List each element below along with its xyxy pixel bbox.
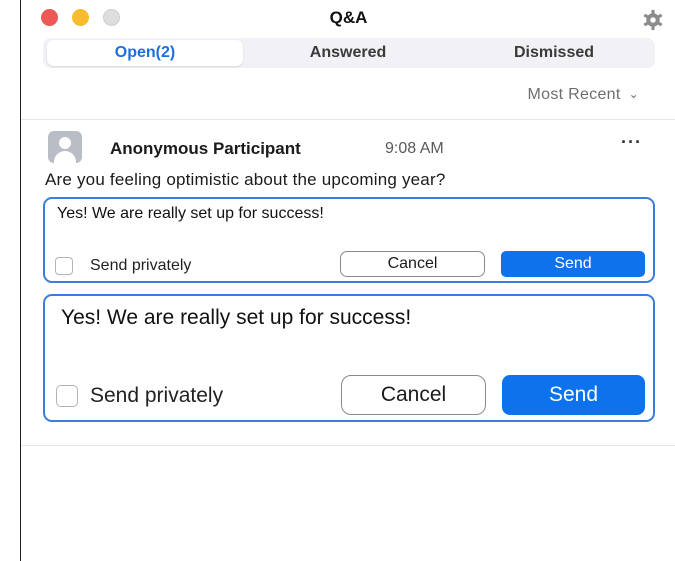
user-avatar-icon	[48, 131, 82, 163]
sort-label: Most Recent	[527, 86, 621, 103]
tab-dismissed[interactable]: Dismissed	[453, 38, 655, 68]
reply-input-text[interactable]: Yes! We are really set up for success!	[61, 306, 411, 330]
reply-box[interactable]: Yes! We are really set up for success! S…	[43, 197, 655, 283]
reply-input-text[interactable]: Yes! We are really set up for success!	[57, 205, 324, 223]
tab-answered[interactable]: Answered	[245, 38, 451, 68]
question-text: Are you feeling optimistic about the upc…	[45, 170, 446, 189]
send-button[interactable]: Send	[501, 251, 645, 277]
cancel-button[interactable]: Cancel	[341, 375, 486, 415]
window-title: Q&A	[329, 8, 368, 27]
cancel-button[interactable]: Cancel	[340, 251, 485, 277]
question-author: Anonymous Participant	[110, 139, 301, 158]
divider	[21, 119, 675, 120]
send-privately-label[interactable]: Send privately	[90, 257, 191, 275]
title-bar: Q&A	[21, 0, 675, 38]
chevron-down-icon: ⌄	[628, 87, 639, 101]
more-options-icon[interactable]: ···	[621, 132, 642, 153]
send-privately-checkbox[interactable]	[55, 257, 73, 275]
divider	[21, 445, 675, 446]
send-privately-label[interactable]: Send privately	[90, 384, 223, 408]
qa-tabs: Open(2) Answered Dismissed	[43, 38, 655, 68]
tab-open[interactable]: Open(2)	[47, 40, 243, 66]
send-button[interactable]: Send	[502, 375, 645, 415]
gear-icon[interactable]	[642, 9, 664, 31]
qa-window: Q&A Open(2) Answered Dismissed Most Rece…	[20, 0, 675, 561]
send-privately-checkbox[interactable]	[56, 385, 78, 407]
sort-dropdown[interactable]: Most Recent ⌄	[528, 86, 639, 104]
question-time: 9:08 AM	[385, 140, 444, 157]
reply-box-zoomed[interactable]: Yes! We are really set up for success! S…	[43, 294, 655, 422]
